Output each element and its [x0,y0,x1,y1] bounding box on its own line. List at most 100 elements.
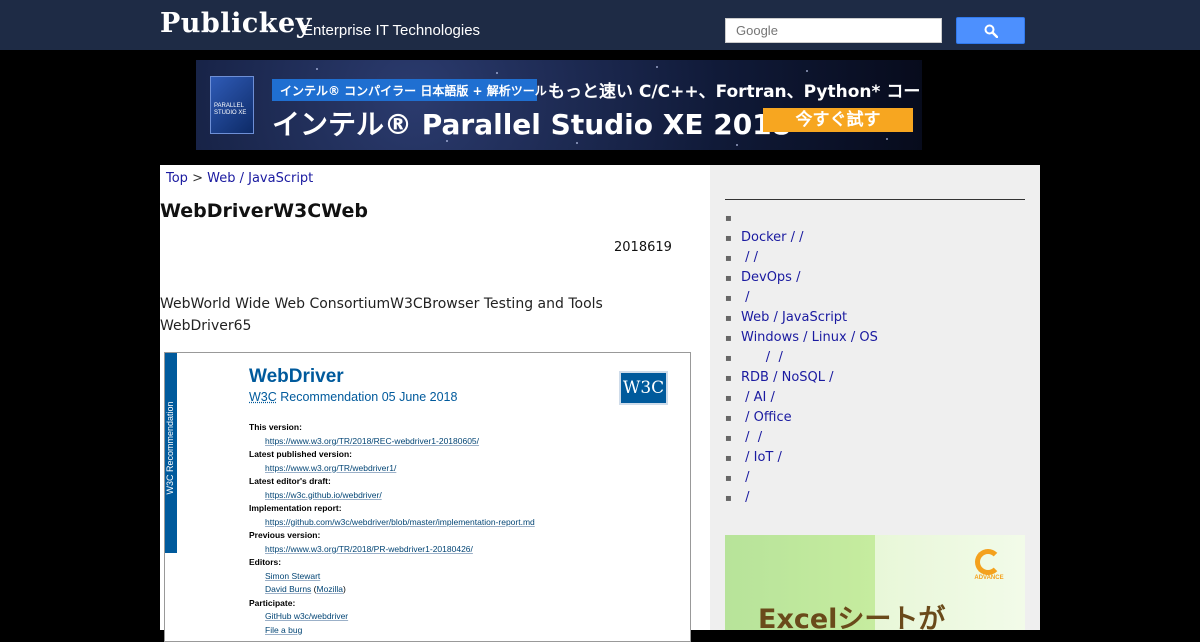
category-item[interactable]: ▪ / / [725,348,878,368]
category-item[interactable]: ▪ [725,208,878,228]
search-button[interactable] [956,17,1025,44]
category-item[interactable]: ▪ / [725,488,878,508]
field-value-link: https://w3c.github.io/webdriver/ [265,489,382,500]
banner-headline: インテル® Parallel Studio XE 2018 [272,108,792,141]
category-list: ▪ ▪ Docker / / ▪ / / ▪ DevOps / ▪ / ▪ Web /… [725,208,878,508]
spec-screenshot[interactable]: W3C Recommendation WebDriver W3C Recomme… [164,352,691,642]
category-label: Docker / / [741,230,804,245]
bullet-icon: ▪ [725,453,732,464]
field-value-link: https://github.com/w3c/webdriver/blob/ma… [265,516,535,527]
spec-subtitle: W3C Recommendation 05 June 2018 [249,390,457,404]
body-line-1: WebWorld Wide Web ConsortiumW3CBrowser T… [160,296,603,312]
spec-metadata: This version: https://www.w3.org/TR/2018… [249,421,535,637]
category-item[interactable]: ▪ / / [725,428,878,448]
spec-sub-rest: Recommendation 05 June 2018 [276,390,458,404]
category-label: / [741,470,750,485]
category-label: / AI / [741,390,775,405]
category-item[interactable]: ▪ Docker / / [725,228,878,248]
bullet-icon: ▪ [725,253,732,264]
field-label: Latest published version: [249,449,352,459]
intel-banner-ad[interactable]: PARALLEL STUDIO XE インテル® コンパイラー 日本語版 + 解… [196,60,922,150]
editor-link: David Burns [265,584,312,594]
product-box-image: PARALLEL STUDIO XE [210,76,254,134]
category-item[interactable]: ▪ / [725,468,878,488]
editor-entry: David Burns (Mozilla) [265,584,346,594]
field-label: Implementation report: [249,503,342,513]
bullet-icon: ▪ [725,493,732,504]
spec-side-stripe: W3C Recommendation [165,353,177,553]
participate-link: GitHub w3c/webdriver [265,611,349,621]
category-label: RDB / NoSQL / [741,370,834,385]
bullet-icon: ▪ [725,413,732,424]
search-input[interactable] [725,18,942,43]
bullet-icon: ▪ [725,293,732,304]
category-item[interactable]: ▪ DevOps / [725,268,878,288]
category-label: DevOps / [741,270,801,285]
field-label: Previous version: [249,530,321,540]
breadcrumb-top-link[interactable]: Top [166,171,188,186]
bullet-icon: ▪ [725,273,732,284]
category-item[interactable]: ▪ / IoT / [725,448,878,468]
field-label: Latest editor's draft: [249,476,331,486]
bullet-icon: ▪ [725,473,732,484]
sidebar-divider [725,199,1025,200]
bullet-icon: ▪ [725,353,732,364]
bullet-icon: ▪ [725,233,732,244]
breadcrumb-separator: > [192,171,203,186]
category-item[interactable]: ▪ / AI / [725,388,878,408]
article-body: WebWorld Wide Web ConsortiumW3CBrowser T… [160,293,603,337]
category-item[interactable]: ▪ / Office [725,408,878,428]
category-label: / / [741,430,763,445]
box-label: PARALLEL STUDIO XE [214,103,247,116]
bullet-icon: ▪ [725,213,732,224]
category-label: / [741,290,750,305]
participate-link: File a bug [265,624,303,635]
article-date: 2018619 [614,240,672,255]
try-now-button[interactable]: 今すぐ試す [763,108,913,132]
spec-sub-w3c: W3C [249,390,277,404]
category-label: / / [741,350,783,365]
editor-org-link: Mozilla [316,584,343,594]
site-tagline: Enterprise IT Technologies [303,22,481,39]
bullet-icon: ▪ [725,313,732,324]
article-main: Top > Web / JavaScript WebDriverW3CWeb 2… [160,165,710,642]
body-line-2: WebDriver65 [160,318,252,334]
sidebar-ad-headline: Excelシートが [758,604,946,630]
category-item[interactable]: ▪ RDB / NoSQL / [725,368,878,388]
field-label: This version: [249,422,302,432]
category-label: Windows / Linux / OS [741,330,878,345]
participate-label: Participate: [249,597,296,608]
bullet-icon: ▪ [725,333,732,344]
field-value-link: https://www.w3.org/TR/webdriver1/ [265,462,397,473]
editor-link: Simon Stewart [265,570,321,581]
advance-logo: ADVANCE [965,549,1013,583]
category-label: / IoT / [741,450,782,465]
category-label: / Office [741,410,792,425]
category-item[interactable]: ▪ / / [725,248,878,268]
bullet-icon: ▪ [725,373,732,384]
bullet-icon: ▪ [725,393,732,404]
breadcrumb: Top > Web / JavaScript [166,171,313,186]
field-value-link: https://www.w3.org/TR/2018/REC-webdriver… [265,435,480,446]
article-title: WebDriverW3CWeb [160,200,368,222]
sidebar: ▪ ▪ Docker / / ▪ / / ▪ DevOps / ▪ / ▪ Web /… [710,165,1040,630]
field-value-link: https://www.w3.org/TR/2018/PR-webdriver1… [265,543,473,554]
advance-logo-text: ADVANCE [974,575,1004,581]
category-label: Web / JavaScript [741,310,848,325]
banner-subtitle: もっと速い C/C++、Fortran、Python* コードを開発 [548,82,922,102]
editors-label: Editors: [249,557,282,567]
sidebar-ad[interactable]: ADVANCE Excelシートが [725,535,1025,630]
site-logo[interactable]: Publickey [160,8,312,39]
spec-stripe-label: W3C Recommendation [165,401,175,495]
category-item[interactable]: ▪ Web / JavaScript [725,308,878,328]
w3c-logo: W3C [619,371,668,405]
breadcrumb-category-link[interactable]: Web / JavaScript [207,171,313,186]
spec-title: WebDriver [249,366,344,387]
top-navbar: Publickey Enterprise IT Technologies [0,0,1200,50]
category-item[interactable]: ▪ / [725,288,878,308]
bullet-icon: ▪ [725,433,732,444]
category-item[interactable]: ▪ Windows / Linux / OS [725,328,878,348]
magnifier-icon [984,24,998,38]
banner-pill: インテル® コンパイラー 日本語版 + 解析ツール [272,79,547,101]
category-label: / / [741,250,759,265]
